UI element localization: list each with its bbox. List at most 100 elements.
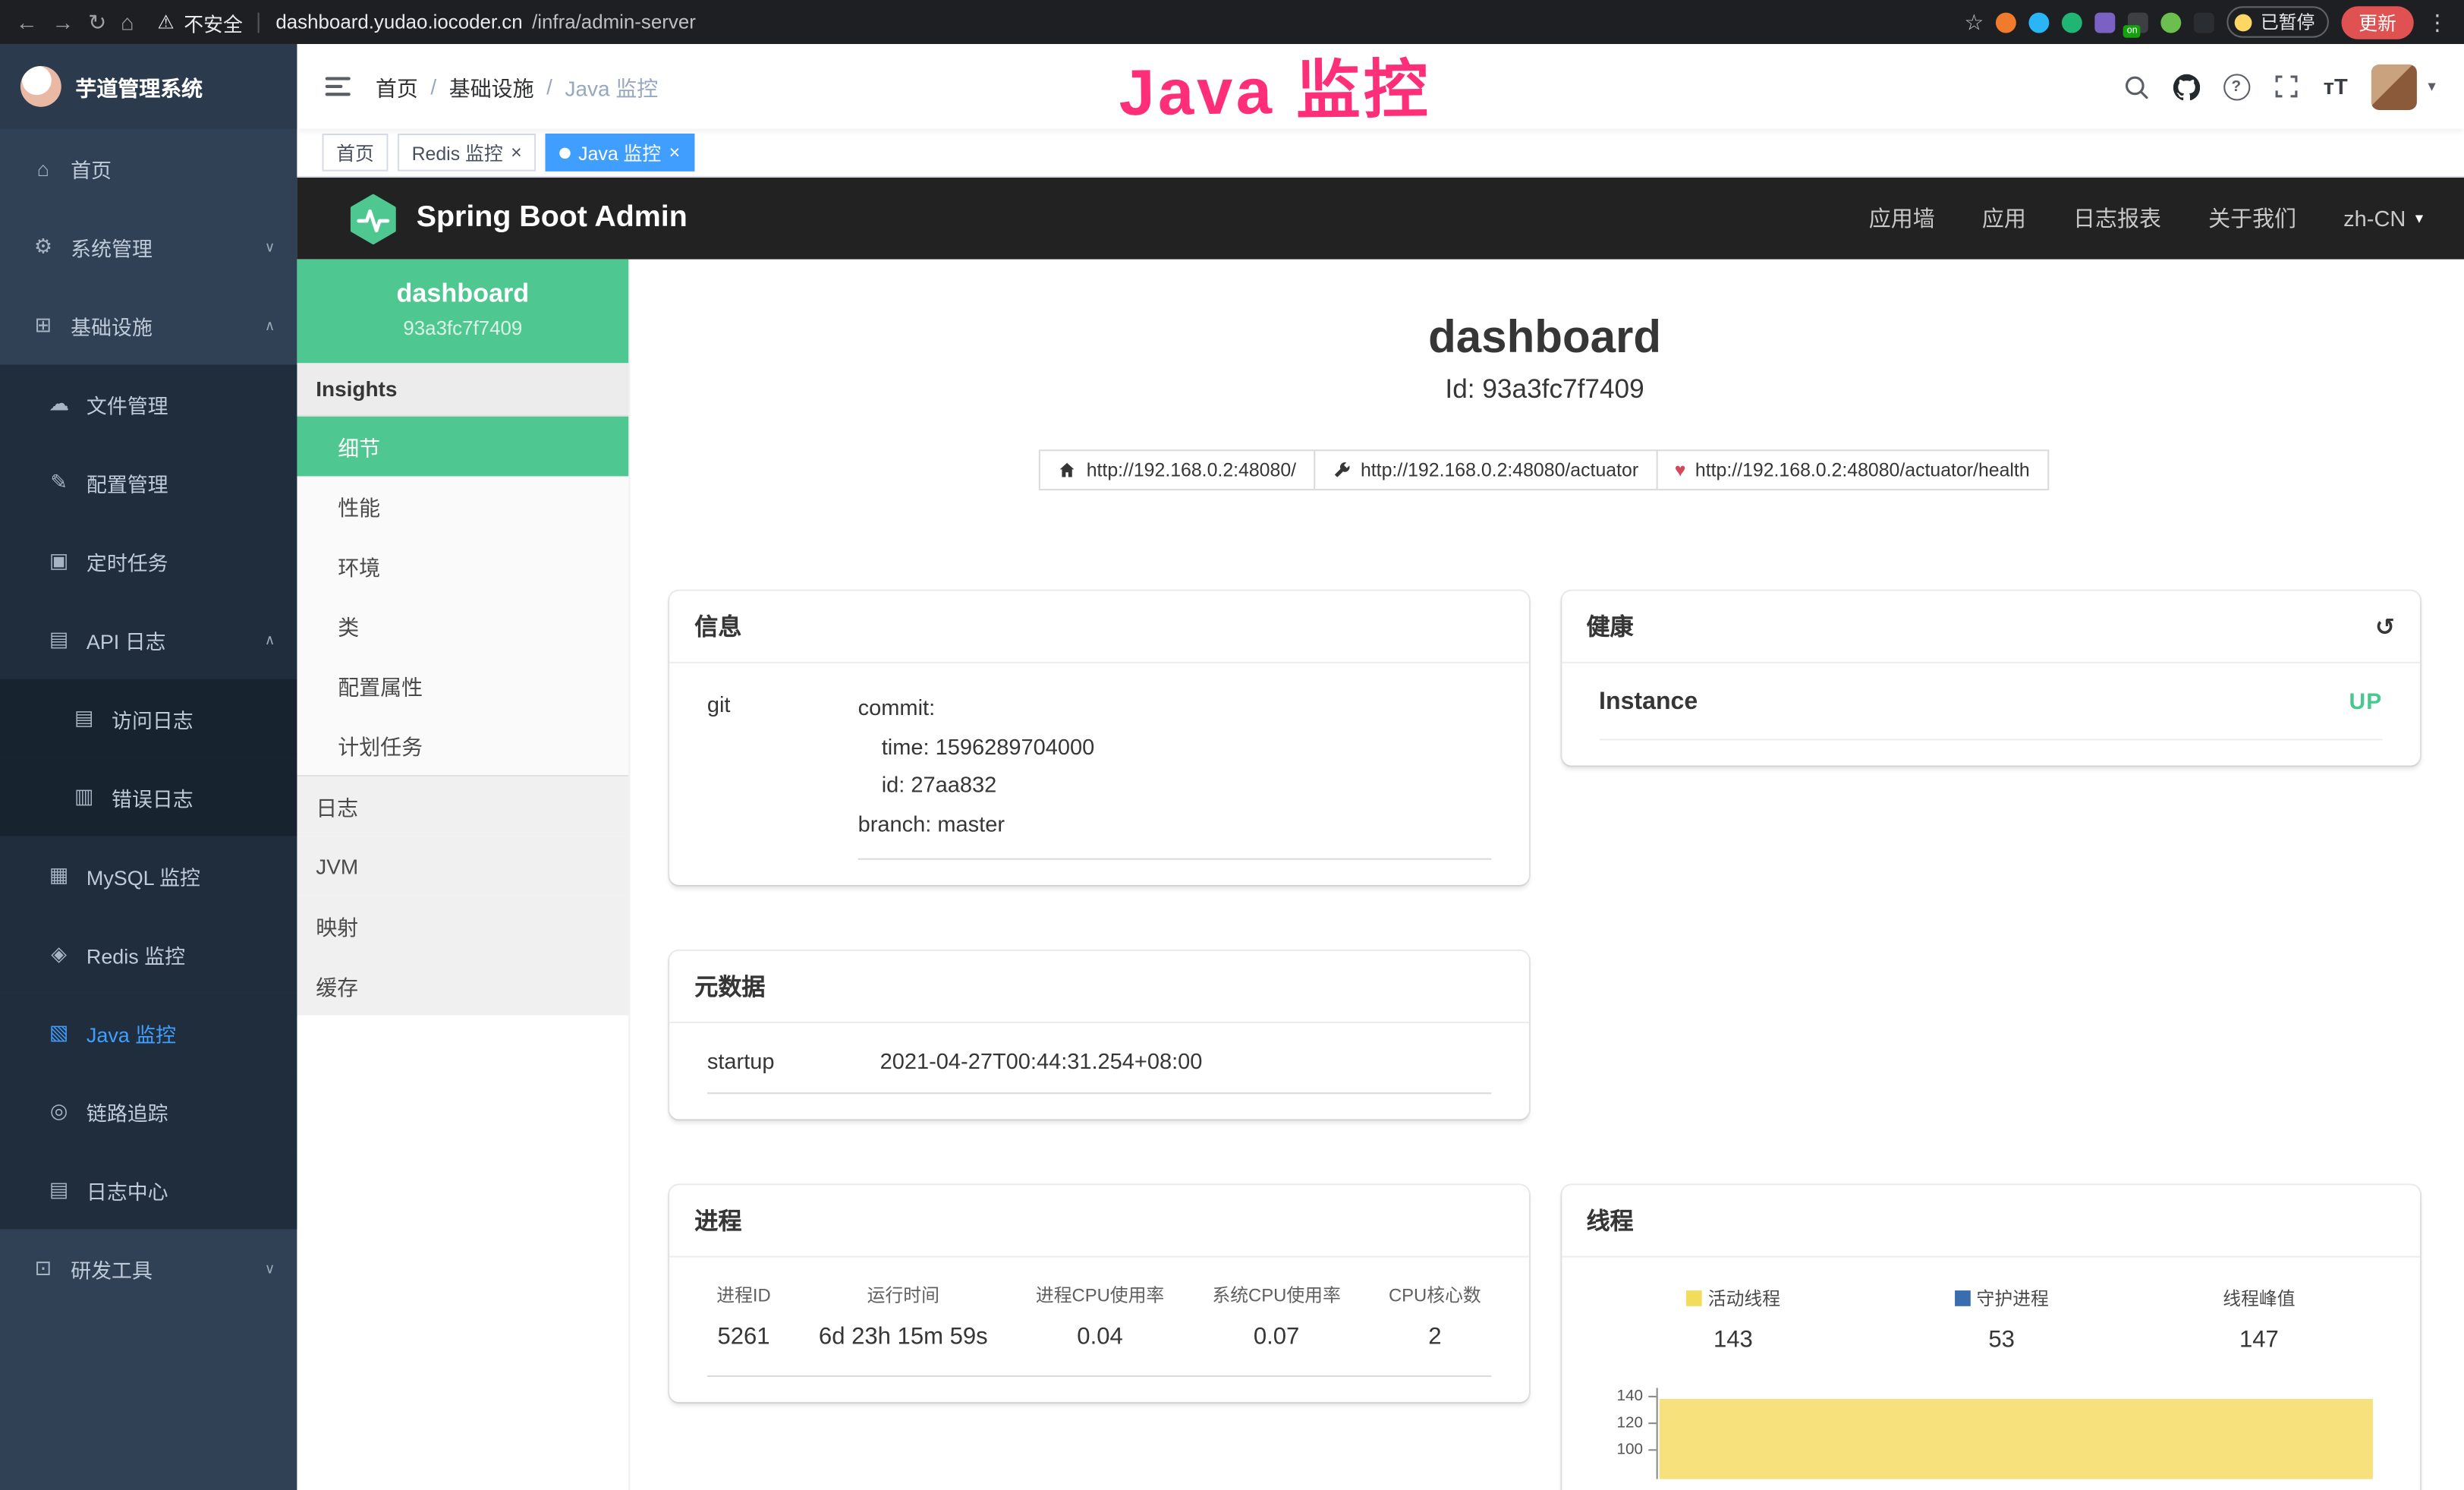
active-dot-icon (559, 147, 570, 158)
browser-home-icon[interactable]: ⌂ (121, 9, 134, 34)
hamburger-icon[interactable] (326, 77, 351, 96)
reload-icon[interactable]: ↻ (88, 8, 106, 35)
help-icon[interactable]: ? (2223, 73, 2249, 99)
sidebar-item-config-mgmt[interactable]: ✎ 配置管理 (0, 443, 297, 522)
bookmark-star-icon[interactable]: ☆ (1964, 8, 1984, 35)
stat-pid: 进程ID 5261 (716, 1283, 770, 1350)
sidebar-item-file-mgmt[interactable]: ☁ 文件管理 (0, 364, 297, 443)
breadcrumb-home[interactable]: 首页 (376, 71, 418, 102)
url-path: /infra/admin-server (532, 11, 696, 33)
sba-item-config-props[interactable]: 配置属性 (297, 656, 628, 716)
sba-item-classes[interactable]: 类 (297, 596, 628, 656)
sidebar-item-dev-tools[interactable]: ⊡ 研发工具 ∨ (0, 1229, 297, 1308)
breadcrumb-separator: / (546, 74, 552, 98)
sidebar-item-error-logs[interactable]: ▥ 错误日志 (0, 758, 297, 836)
orange-extension-icon[interactable] (1997, 12, 2017, 33)
sba-item-scheduled-tasks[interactable]: 计划任务 (297, 715, 628, 775)
legend-label: 活动线程 (1708, 1286, 1780, 1311)
stat-label: CPU核心数 (1389, 1283, 1481, 1308)
breadcrumb-separator: / (430, 74, 436, 98)
grid-extension-icon[interactable] (2095, 12, 2116, 33)
sidebar-item-home[interactable]: ⌂ 首页 (0, 129, 297, 208)
sba-item-caches[interactable]: 缓存 (297, 956, 628, 1016)
update-button[interactable]: 更新 (2341, 5, 2413, 38)
address-bar[interactable]: ⚠ 不安全 dashboard.yudao.iocoder.cn/infra/a… (158, 7, 696, 36)
sba-nav-wall[interactable]: 应用墙 (1869, 203, 1935, 234)
screenshot-root: ← → ↻ ⌂ ⚠ 不安全 dashboard.yudao.iocoder.cn… (0, 0, 2464, 1490)
threads-chart: 140 120 100 (1599, 1388, 2382, 1479)
sidebar-item-redis-monitor[interactable]: ◈ Redis 监控 (0, 915, 297, 994)
sidebar-item-java-monitor[interactable]: ▧ Java 监控 (0, 994, 297, 1073)
address-divider (259, 12, 260, 33)
git-branch-line: branch: master (858, 804, 1490, 843)
info-card-title: 信息 (694, 610, 741, 642)
active-threads-swatch-icon (1686, 1290, 1702, 1306)
font-size-icon[interactable]: тT (2324, 74, 2348, 99)
instance-name: dashboard (313, 280, 613, 310)
instance-header[interactable]: dashboard 93a3fc7f7409 (297, 260, 628, 364)
metadata-row: startup 2021-04-27T00:44:31.254+08:00 (707, 1048, 1490, 1094)
legend-label: 守护进程 (1977, 1286, 2049, 1311)
sidebar-item-system-mgmt[interactable]: ⚙ 系统管理 ∨ (0, 207, 297, 286)
app-title: 芋道管理系统 (75, 71, 203, 102)
health-url-link[interactable]: ♥ http://192.168.0.2:48080/actuator/heal… (1656, 449, 2049, 490)
sba-item-jvm[interactable]: JVM (297, 836, 628, 896)
drop-extension-icon[interactable] (2029, 12, 2050, 33)
sba-item-environment[interactable]: 环境 (297, 536, 628, 596)
sba-item-metrics[interactable]: 性能 (297, 476, 628, 536)
history-icon[interactable]: ↺ (2375, 613, 2395, 641)
browser-menu-icon[interactable]: ⋮ (2426, 8, 2448, 35)
health-url: http://192.168.0.2:48080/actuator/health (1695, 459, 2030, 481)
sba-item-logs[interactable]: 日志 (297, 777, 628, 836)
service-url-link[interactable]: http://192.168.0.2:48080/ (1040, 449, 1315, 490)
sidebar-item-scheduled-tasks[interactable]: ▣ 定时任务 (0, 522, 297, 601)
sidebar-item-label: 链路追踪 (87, 1096, 168, 1126)
info-row-value: commit: time: 1596289704000 id: 27aa832 … (858, 688, 1490, 860)
tabs-bar: 首页 Redis 监控 × Java 监控 × (297, 129, 2464, 178)
infrastructure-icon: ⊞ (31, 313, 55, 338)
sba-brand[interactable]: Spring Boot Admin (348, 193, 688, 244)
sidebar-item-tracing[interactable]: ◎ 链路追踪 (0, 1072, 297, 1151)
sidebar-item-api-logs[interactable]: ▤ API 日志 ∧ (0, 600, 297, 679)
forward-icon[interactable]: → (52, 9, 74, 34)
sba-item-details[interactable]: 细节 (297, 417, 628, 477)
stat-cpu-cores: CPU核心数 2 (1389, 1283, 1481, 1350)
puzzle-extension-icon[interactable] (2195, 12, 2215, 33)
sidebar-item-access-logs[interactable]: ▤ 访问日志 (0, 679, 297, 758)
sba-nav-journal[interactable]: 日志报表 (2073, 203, 2161, 234)
info-card: 信息 git commit: time: 1596289704000 id: 2… (669, 591, 1528, 885)
tab-java-monitor[interactable]: Java 监控 × (546, 134, 694, 172)
sidebar-item-log-center[interactable]: ▤ 日志中心 (0, 1151, 297, 1230)
chevron-down-icon[interactable]: ▾ (2428, 78, 2435, 96)
paused-chip[interactable]: 已暂停 (2227, 6, 2329, 37)
sidebar-item-label: 错误日志 (112, 782, 194, 811)
java-monitor-icon: ▧ (47, 1020, 71, 1045)
fullscreen-icon[interactable] (2274, 73, 2300, 99)
close-icon[interactable]: × (669, 143, 681, 162)
sba-item-mappings[interactable]: 映射 (297, 896, 628, 956)
sba-nav-about[interactable]: 关于我们 (2208, 203, 2296, 234)
actuator-url-link[interactable]: http://192.168.0.2:48080/actuator (1314, 449, 1657, 490)
avatar[interactable] (2371, 64, 2417, 109)
sba-main: dashboard Id: 93a3fc7f7409 http://192.16… (630, 260, 2464, 1490)
health-instance-row[interactable]: Instance UP (1599, 688, 2382, 740)
leaf-extension-icon[interactable] (2161, 12, 2182, 33)
locale-select[interactable]: zh-CN ▾ (2343, 206, 2423, 231)
sidebar-item-infrastructure[interactable]: ⊞ 基础设施 ∧ (0, 286, 297, 365)
health-card: 健康 ↺ Instance UP (1561, 591, 2420, 766)
github-icon[interactable] (2173, 73, 2199, 99)
edit-icon: ✎ (47, 470, 71, 495)
back-icon[interactable]: ← (16, 9, 38, 34)
sidebar-item-mysql-monitor[interactable]: ▦ MySQL 监控 (0, 836, 297, 915)
close-icon[interactable]: × (511, 143, 522, 162)
green-extension-icon[interactable] (2063, 12, 2083, 33)
tab-home[interactable]: 首页 (323, 134, 389, 172)
breadcrumb-infrastructure[interactable]: 基础设施 (449, 71, 534, 102)
sba-nav-applications[interactable]: 应用 (1982, 203, 2026, 234)
app-logo[interactable]: 芋道管理系统 (0, 44, 297, 129)
access-log-icon: ▤ (72, 706, 96, 731)
switch-extension-icon[interactable]: on (2129, 12, 2149, 33)
search-icon[interactable] (2123, 73, 2149, 99)
wrench-icon (1333, 461, 1352, 480)
tab-redis-monitor[interactable]: Redis 监控 × (398, 134, 536, 172)
